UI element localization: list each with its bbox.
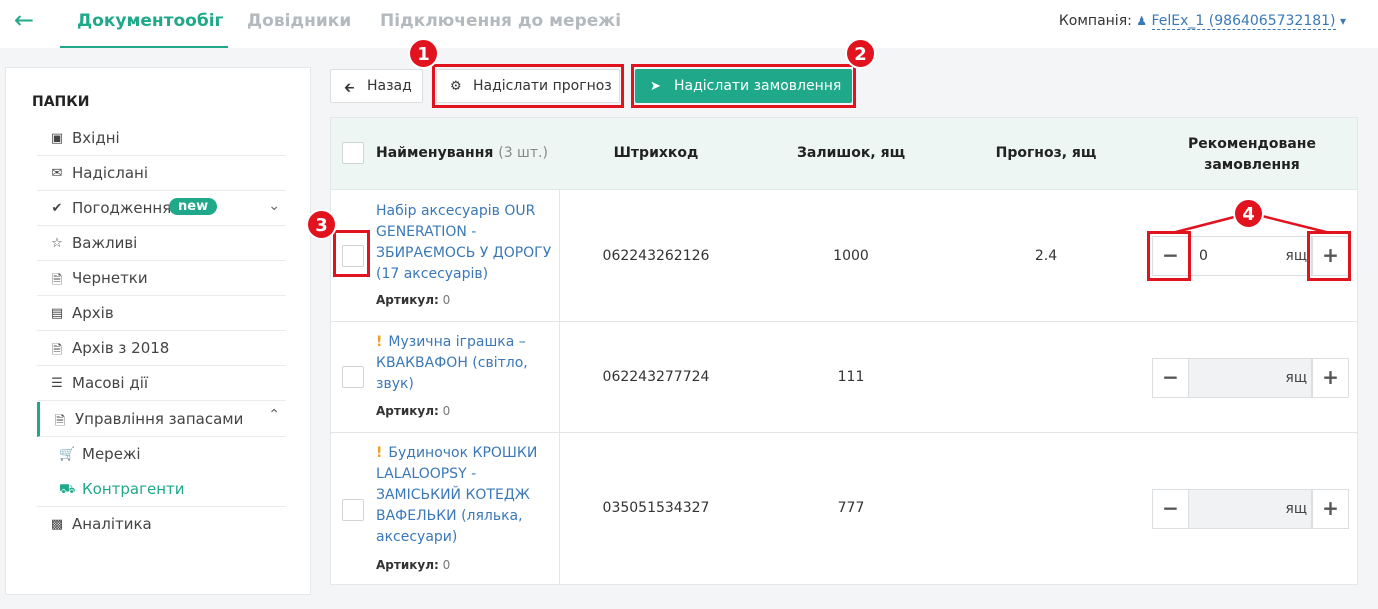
connector-line [1257,213,1331,235]
annotation-connectors [1171,213,1331,235]
connector-line [1171,213,1243,235]
annotation-marker-4: 4 [1233,198,1264,229]
annotation-marker-2: 2 [845,38,876,69]
annotation-marker-1: 1 [408,38,439,69]
annotation-marker-3: 3 [306,209,337,240]
